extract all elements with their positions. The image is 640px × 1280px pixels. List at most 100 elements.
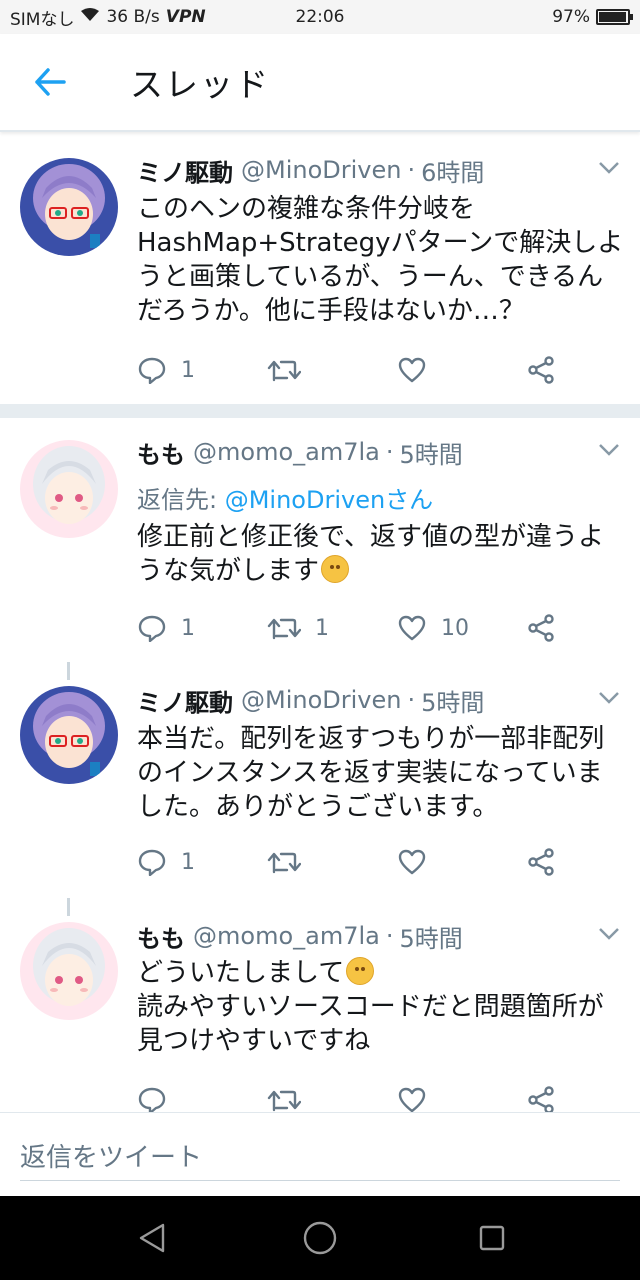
chevron-down-icon[interactable]: [598, 160, 620, 179]
tweet-1[interactable]: ミノ駆動 @MinoDriven · 6時間 このヘンの複雑な条件分岐を Has…: [0, 150, 640, 408]
tweet-text-line: だろうか。他に手段はないか…？: [137, 296, 525, 326]
separator-dot: ·: [385, 922, 394, 950]
share-button[interactable]: [527, 610, 557, 646]
thread-divider: [0, 404, 640, 418]
tweet-time[interactable]: 5時間: [421, 683, 484, 718]
reply-bar: 返信をツイート: [0, 1112, 640, 1196]
avatar[interactable]: [20, 922, 118, 1020]
avatar[interactable]: [20, 158, 118, 256]
reply-button[interactable]: 1: [137, 610, 195, 646]
thinking-face-icon: [321, 555, 350, 583]
reply-to-line: 返信先: @MinoDrivenさん: [137, 480, 433, 515]
tweet-text-line: どういたしまして: [137, 956, 622, 990]
app: SIMなし 36 B/s VPN 22:06 97% スレッド ミノ駆動 @Mi…: [0, 0, 640, 1280]
like-button[interactable]: [397, 352, 441, 388]
app-header: スレッド: [0, 34, 640, 132]
like-button[interactable]: 10: [397, 610, 469, 646]
share-icon: [528, 356, 554, 384]
share-button[interactable]: [527, 844, 557, 880]
reply-icon: [138, 615, 166, 642]
tweet-time[interactable]: 5時間: [400, 435, 463, 470]
tweet-text-line: 見つけやすいですね: [137, 1026, 371, 1056]
display-name[interactable]: ミノ駆動: [137, 683, 233, 718]
tweet-2[interactable]: もも @momo_am7la · 5時間 返信先: @MinoDrivenさん …: [0, 432, 640, 664]
tweet-time[interactable]: 5時間: [400, 919, 463, 954]
tweet-3[interactable]: ミノ駆動 @MinoDriven · 5時間 本当だ。配列を返すつもりが一部非配…: [0, 680, 640, 900]
separator-dot: ·: [407, 686, 416, 714]
battery-icon: [596, 9, 633, 25]
like-button[interactable]: [397, 844, 441, 880]
reply-input[interactable]: 返信をツイート: [20, 1137, 620, 1181]
thread-connector: [67, 662, 70, 680]
chevron-down-icon[interactable]: [598, 442, 620, 461]
reply-icon: [138, 849, 166, 876]
retweet-icon: [267, 852, 301, 874]
tweet-text-line: HashMap+Strategyパターンで解決しよ: [137, 228, 624, 258]
tweet-header: もも @momo_am7la · 5時間: [137, 434, 620, 470]
tweet-text: 本当だ。配列を返すつもりが一部非配列 のインスタンスを返す実装になっていま した…: [137, 722, 622, 824]
display-name[interactable]: もも: [137, 435, 185, 470]
reply-icon: [138, 1087, 166, 1114]
reply-count: 1: [181, 615, 195, 641]
share-icon: [528, 614, 554, 642]
reply-to-prefix: 返信先:: [137, 486, 225, 514]
chevron-down-icon[interactable]: [598, 926, 620, 945]
separator-dot: ·: [385, 438, 394, 466]
square-recents-icon: [479, 1225, 505, 1251]
reply-count: 1: [181, 849, 195, 875]
reply-count: 1: [181, 357, 195, 383]
tweet-text-line: した。ありがとうございます。: [137, 792, 499, 822]
tweet-header: ミノ駆動 @MinoDriven · 5時間: [137, 682, 620, 718]
tweet-text-line: うと画策しているが、うーん、できるん: [137, 262, 604, 292]
separator-dot: ·: [407, 156, 416, 184]
nav-recents-button[interactable]: [470, 1216, 514, 1260]
tweet-text-line-content: うな気がします: [137, 556, 320, 586]
system-nav-bar: [0, 1196, 640, 1280]
tweet-actions: 1: [137, 352, 577, 388]
status-right: 97%: [552, 7, 633, 27]
reply-icon: [138, 357, 166, 384]
reply-to-mention[interactable]: @MinoDrivenさん: [225, 486, 433, 514]
triangle-back-icon: [139, 1223, 165, 1253]
tweet-actions: 1: [137, 844, 577, 880]
user-handle[interactable]: @MinoDriven: [241, 686, 401, 714]
wifi-icon: [80, 7, 100, 28]
tweet-text-line: 読みやすいソースコードだと問題箇所が: [137, 992, 604, 1022]
tweet-text: 修正前と修正後で、返す値の型が違うよ うな気がします: [137, 520, 622, 588]
reply-button[interactable]: 1: [137, 844, 195, 880]
battery-fill: [599, 12, 627, 22]
tweet-text: どういたしまして 読みやすいソースコードだと問題箇所が 見つけやすいですね: [137, 956, 622, 1058]
relieved-face-icon: [346, 957, 375, 985]
vpn-label: VPN: [165, 7, 206, 27]
tweet-text-line: うな気がします: [137, 554, 622, 588]
tweet-time[interactable]: 6時間: [421, 153, 484, 188]
tweet-header: ミノ駆動 @MinoDriven · 6時間: [137, 152, 620, 188]
reply-button[interactable]: 1: [137, 352, 195, 388]
chevron-down-icon[interactable]: [598, 690, 620, 709]
display-name[interactable]: もも: [137, 919, 185, 954]
tweet-text: このヘンの複雑な条件分岐を HashMap+Strategyパターンで解決しよ …: [137, 192, 624, 328]
heart-icon: [398, 357, 426, 383]
retweet-button[interactable]: 1: [267, 610, 329, 646]
display-name[interactable]: ミノ駆動: [137, 153, 233, 188]
user-handle[interactable]: @MinoDriven: [241, 156, 401, 184]
heart-icon: [398, 849, 426, 875]
page-title: スレッド: [130, 65, 270, 104]
avatar[interactable]: [20, 440, 118, 538]
share-icon: [528, 848, 554, 876]
tweet-text-line: 修正前と修正後で、返す値の型が違うよ: [137, 522, 604, 552]
nav-home-button[interactable]: [298, 1216, 342, 1260]
tweet-text-line: このヘンの複雑な条件分岐を: [137, 194, 476, 224]
share-button[interactable]: [527, 352, 557, 388]
user-handle[interactable]: @momo_am7la: [193, 922, 380, 950]
tweet-4[interactable]: もも @momo_am7la · 5時間 どういたしまして 読みやすいソースコー…: [0, 916, 640, 1116]
back-button[interactable]: [0, 33, 100, 131]
retweet-button[interactable]: [267, 844, 315, 880]
user-handle[interactable]: @momo_am7la: [193, 438, 380, 466]
tweet-actions: 1 1 10: [137, 610, 577, 646]
heart-icon: [398, 615, 426, 641]
avatar[interactable]: [20, 686, 118, 784]
retweet-button[interactable]: [267, 352, 315, 388]
nav-back-button[interactable]: [130, 1216, 174, 1260]
tweet-text-line-content: どういたしまして: [137, 958, 345, 988]
